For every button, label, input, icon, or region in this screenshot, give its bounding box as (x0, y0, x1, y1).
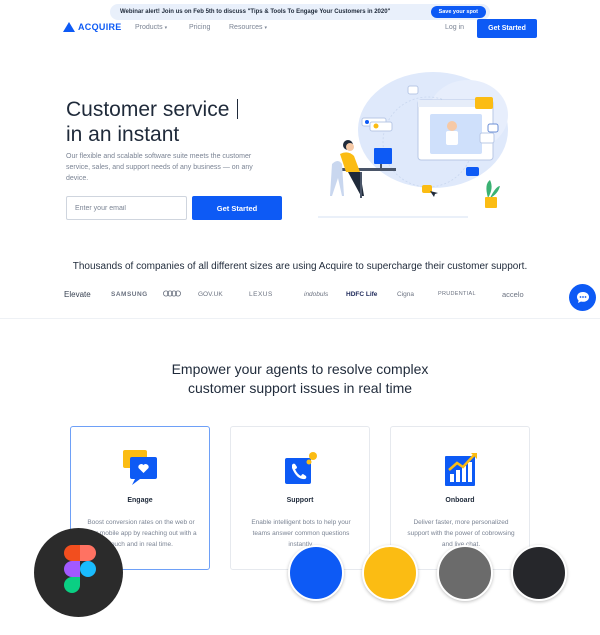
chevron-down-icon: ▾ (264, 24, 267, 31)
figma-logo-icon (64, 545, 96, 593)
section-divider (0, 318, 600, 319)
text-cursor (237, 99, 238, 119)
features-title-line-2: customer support issues in real time (187, 380, 413, 396)
email-input[interactable] (66, 196, 187, 220)
hero-illustration (318, 72, 508, 218)
brand-logo: HDFC Life (346, 290, 378, 298)
brand-logo: Elevate (64, 289, 91, 299)
acquire-logo[interactable]: ACQUIRE (63, 22, 122, 32)
chat-launcher-button[interactable] (569, 284, 596, 311)
hero-get-started-button[interactable]: Get Started (192, 196, 282, 220)
webinar-banner: Webinar alert! Join us on Feb 5th to dis… (110, 4, 490, 20)
brand-logo: Cigna (397, 290, 414, 298)
acquire-logo-icon (63, 22, 75, 32)
nav-products-label: Products (135, 24, 163, 31)
color-swatch-dark (511, 545, 567, 601)
card-title: Engage (127, 497, 153, 504)
companies-statement: Thousands of companies of all different … (72, 261, 528, 272)
login-link[interactable]: Log in (445, 24, 464, 31)
brand-logo: SAMSUNG (111, 290, 148, 298)
card-description: Enable intelligent bots to help your tea… (251, 519, 351, 548)
banner-text: Webinar alert! Join us on Feb 5th to dis… (120, 9, 391, 15)
nav-resources-label: Resources (229, 24, 263, 31)
engage-chat-icon (123, 450, 157, 485)
brand-logo: accelo (502, 289, 524, 299)
card-title: Onboard (445, 497, 475, 504)
chevron-down-icon: ▾ (164, 24, 168, 31)
support-phone-icon (285, 452, 317, 484)
features-title-line-1: Empower your agents to resolve complex (171, 361, 429, 377)
nav-products[interactable]: Products ▾ (135, 24, 167, 31)
brand-logo: indobuls (304, 290, 329, 298)
card-title: Support (286, 497, 314, 504)
hero-title-line-1: Customer service (66, 98, 230, 121)
color-swatch-gray (437, 545, 493, 601)
hero-subtitle: Our flexible and scalable software suite… (66, 153, 253, 182)
chat-icon (576, 292, 589, 303)
hero-title: Customer service in an instant (66, 97, 296, 147)
color-swatch-blue (288, 545, 344, 601)
logo-text: ACQUIRE (78, 22, 122, 32)
brand-logo: PRUDENTIAL (438, 291, 476, 297)
nav-get-started-button[interactable]: Get Started (477, 19, 537, 38)
color-swatch-yellow (362, 545, 418, 601)
onboard-chart-icon (445, 453, 477, 486)
brand-logo: LEXUS (249, 290, 273, 298)
hero-title-line-2: in an instant (66, 123, 180, 146)
features-title: Empower your agents to resolve complex c… (120, 360, 480, 398)
nav-resources[interactable]: Resources ▾ (229, 24, 267, 31)
brand-logo: GOV.UK (198, 290, 223, 298)
figma-logo (34, 528, 123, 617)
nav-pricing-label: Pricing (189, 24, 211, 31)
nav-pricing[interactable]: Pricing (189, 24, 210, 31)
brand-logo (163, 290, 181, 299)
save-your-spot-button[interactable]: Save your spot (430, 6, 486, 18)
